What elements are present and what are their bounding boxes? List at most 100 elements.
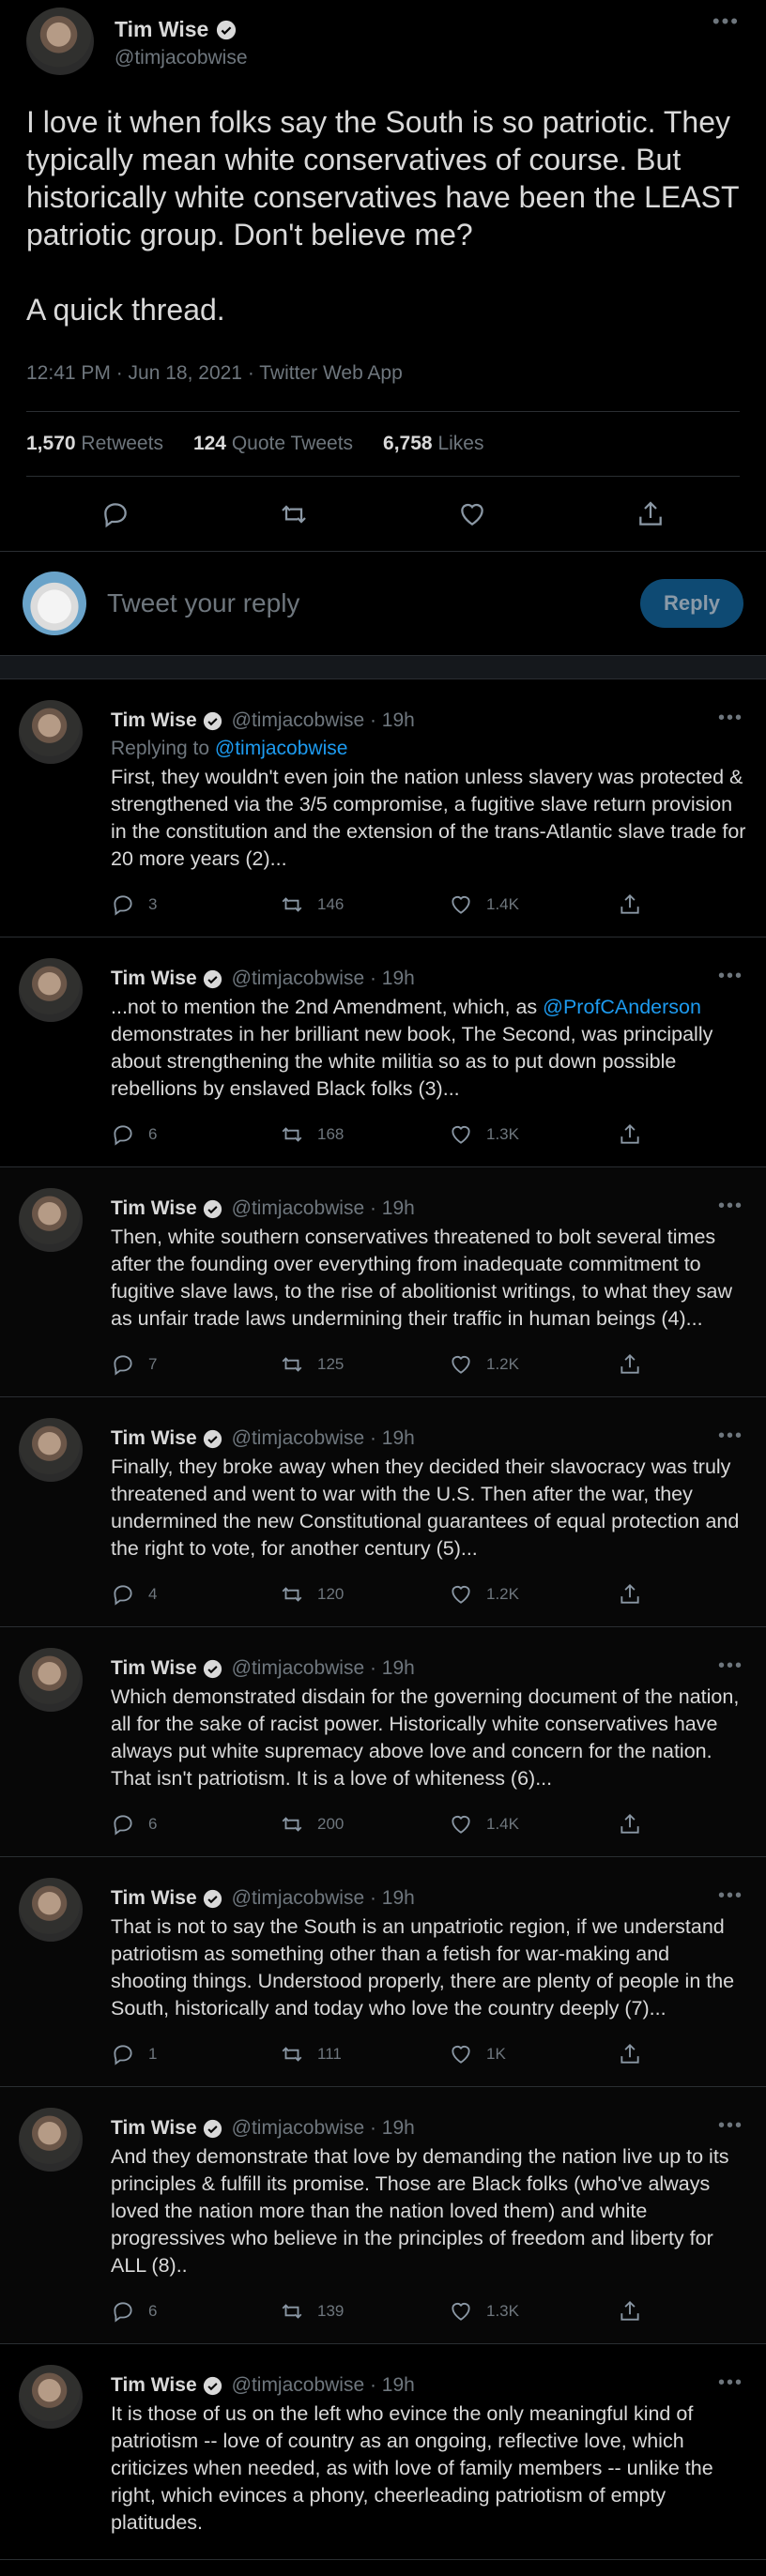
author-name[interactable]: Tim Wise bbox=[111, 1427, 197, 1450]
avatar[interactable] bbox=[23, 572, 86, 635]
reply-icon[interactable] bbox=[111, 1812, 135, 1837]
avatar[interactable] bbox=[19, 700, 83, 764]
share-icon[interactable] bbox=[618, 892, 642, 917]
author-handle[interactable]: @timjacobwise · 19h bbox=[232, 1427, 415, 1450]
share-icon[interactable] bbox=[618, 2042, 642, 2066]
author-handle[interactable]: @timjacobwise · 19h bbox=[232, 709, 415, 732]
retweets-stat[interactable]: 1,570 Retweets bbox=[26, 433, 163, 455]
like-action[interactable]: 1.2K bbox=[449, 1582, 618, 1607]
share-icon[interactable] bbox=[636, 499, 666, 529]
more-icon[interactable]: ••• bbox=[718, 1425, 743, 1447]
reply-button[interactable]: Reply bbox=[640, 579, 743, 628]
reply-icon[interactable] bbox=[111, 1122, 135, 1147]
retweet-icon[interactable] bbox=[280, 2299, 304, 2324]
like-icon[interactable] bbox=[449, 2299, 473, 2324]
more-icon[interactable]: ••• bbox=[718, 1885, 743, 1907]
share-action[interactable] bbox=[618, 2299, 642, 2324]
share-icon[interactable] bbox=[618, 1812, 642, 1837]
mention-link[interactable]: @ProfCAnderson bbox=[543, 996, 701, 1018]
thread-tweet[interactable]: Tim Wise @timjacobwise · 19h ••• That is no… bbox=[0, 1857, 766, 2087]
like-action[interactable]: 1.2K bbox=[449, 1352, 618, 1377]
like-action[interactable]: 1.3K bbox=[449, 2299, 618, 2324]
author-handle[interactable]: @timjacobwise · 19h bbox=[232, 1887, 415, 1910]
avatar[interactable] bbox=[19, 1648, 83, 1712]
share-action[interactable] bbox=[618, 2042, 642, 2066]
retweet-icon[interactable] bbox=[280, 1352, 304, 1377]
share-action[interactable] bbox=[618, 892, 642, 917]
reply-action[interactable]: 6 bbox=[111, 1122, 280, 1147]
author-name[interactable]: Tim Wise bbox=[111, 1887, 197, 1910]
like-icon[interactable] bbox=[449, 1582, 473, 1607]
reply-icon[interactable] bbox=[111, 1352, 135, 1377]
reply-icon[interactable] bbox=[111, 892, 135, 917]
reply-icon[interactable] bbox=[111, 2299, 135, 2324]
retweet-icon[interactable] bbox=[279, 499, 309, 529]
more-icon[interactable]: ••• bbox=[718, 708, 743, 729]
reply-action[interactable]: 6 bbox=[111, 1812, 280, 1837]
author-name[interactable]: Tim Wise bbox=[111, 2117, 197, 2140]
author-name[interactable]: Tim Wise bbox=[111, 1657, 197, 1680]
retweet-action[interactable]: 120 bbox=[280, 1582, 449, 1607]
avatar[interactable] bbox=[19, 1878, 83, 1942]
share-action[interactable] bbox=[618, 1122, 642, 1147]
reply-action[interactable]: 3 bbox=[111, 892, 280, 917]
author-name[interactable]: Tim Wise bbox=[111, 1197, 197, 1220]
avatar[interactable] bbox=[19, 1418, 83, 1482]
retweet-icon[interactable] bbox=[280, 1812, 304, 1837]
avatar[interactable] bbox=[19, 2108, 83, 2172]
thread-tweet[interactable]: Tim Wise @timjacobwise · 19h ••• ...not to … bbox=[0, 937, 766, 1167]
thread-tweet[interactable]: Tim Wise @timjacobwise · 19h ••• And they d… bbox=[0, 2087, 766, 2344]
thread-tweet[interactable]: Tim Wise @timjacobwise · 19h ••• Finally, t… bbox=[0, 1397, 766, 1627]
like-icon[interactable] bbox=[457, 499, 487, 529]
retweet-action[interactable]: 146 bbox=[280, 892, 449, 917]
author-handle[interactable]: @timjacobwise · 19h bbox=[232, 968, 415, 990]
like-action[interactable]: 1.4K bbox=[449, 1812, 618, 1837]
like-action[interactable]: 1.4K bbox=[449, 892, 618, 917]
author-handle[interactable]: @timjacobwise · 19h bbox=[232, 2374, 415, 2397]
more-icon[interactable]: ••• bbox=[718, 1655, 743, 1677]
retweet-action[interactable]: 168 bbox=[280, 1122, 449, 1147]
retweet-icon[interactable] bbox=[280, 1122, 304, 1147]
retweet-action[interactable]: 200 bbox=[280, 1812, 449, 1837]
share-icon[interactable] bbox=[618, 1582, 642, 1607]
share-action[interactable] bbox=[618, 1352, 642, 1377]
avatar[interactable] bbox=[19, 2365, 83, 2429]
reply-action[interactable]: 6 bbox=[111, 2299, 280, 2324]
retweet-icon[interactable] bbox=[280, 892, 304, 917]
like-icon[interactable] bbox=[449, 1352, 473, 1377]
tweet-timestamp[interactable]: 12:41 PM · Jun 18, 2021 · Twitter Web Ap… bbox=[26, 362, 740, 385]
retweet-icon[interactable] bbox=[280, 2042, 304, 2066]
thread-tweet[interactable]: Tim Wise @timjacobwise · 19h ••• Replying t… bbox=[0, 679, 766, 937]
author-handle[interactable]: @timjacobwise · 19h bbox=[232, 1657, 415, 1680]
retweet-action[interactable]: 139 bbox=[280, 2299, 449, 2324]
more-icon[interactable]: ••• bbox=[712, 9, 740, 34]
author-handle[interactable]: @timjacobwise · 19h bbox=[232, 1197, 415, 1220]
reply-action[interactable]: 4 bbox=[111, 1582, 280, 1607]
retweet-action[interactable]: 111 bbox=[280, 2042, 449, 2066]
quotes-stat[interactable]: 124 Quote Tweets bbox=[193, 433, 353, 455]
author-name[interactable]: Tim Wise bbox=[111, 709, 197, 732]
share-icon[interactable] bbox=[618, 1352, 642, 1377]
like-icon[interactable] bbox=[449, 2042, 473, 2066]
reply-input[interactable]: Tweet your reply bbox=[107, 588, 640, 618]
author-handle[interactable]: @timjacobwise · 19h bbox=[232, 2117, 415, 2140]
thread-tweet[interactable]: Tim Wise @timjacobwise · 19h ••• It is thos… bbox=[0, 2344, 766, 2560]
more-icon[interactable]: ••• bbox=[718, 966, 743, 987]
like-action[interactable]: 1.3K bbox=[449, 1122, 618, 1147]
retweet-action[interactable]: 125 bbox=[280, 1352, 449, 1377]
more-icon[interactable]: ••• bbox=[718, 2115, 743, 2137]
author-name[interactable]: Tim Wise bbox=[115, 17, 208, 42]
like-icon[interactable] bbox=[449, 892, 473, 917]
like-icon[interactable] bbox=[449, 1812, 473, 1837]
like-icon[interactable] bbox=[449, 1122, 473, 1147]
thread-tweet[interactable]: Tim Wise @timjacobwise · 19h ••• Which demo… bbox=[0, 1627, 766, 1857]
author-name[interactable]: Tim Wise bbox=[111, 2374, 197, 2397]
reply-icon[interactable] bbox=[111, 1582, 135, 1607]
avatar[interactable] bbox=[26, 8, 94, 75]
share-action[interactable] bbox=[618, 1582, 642, 1607]
share-icon[interactable] bbox=[618, 2299, 642, 2324]
author-name[interactable]: Tim Wise bbox=[111, 968, 197, 990]
retweet-icon[interactable] bbox=[280, 1582, 304, 1607]
reply-icon[interactable] bbox=[111, 2042, 135, 2066]
more-icon[interactable]: ••• bbox=[718, 1196, 743, 1217]
